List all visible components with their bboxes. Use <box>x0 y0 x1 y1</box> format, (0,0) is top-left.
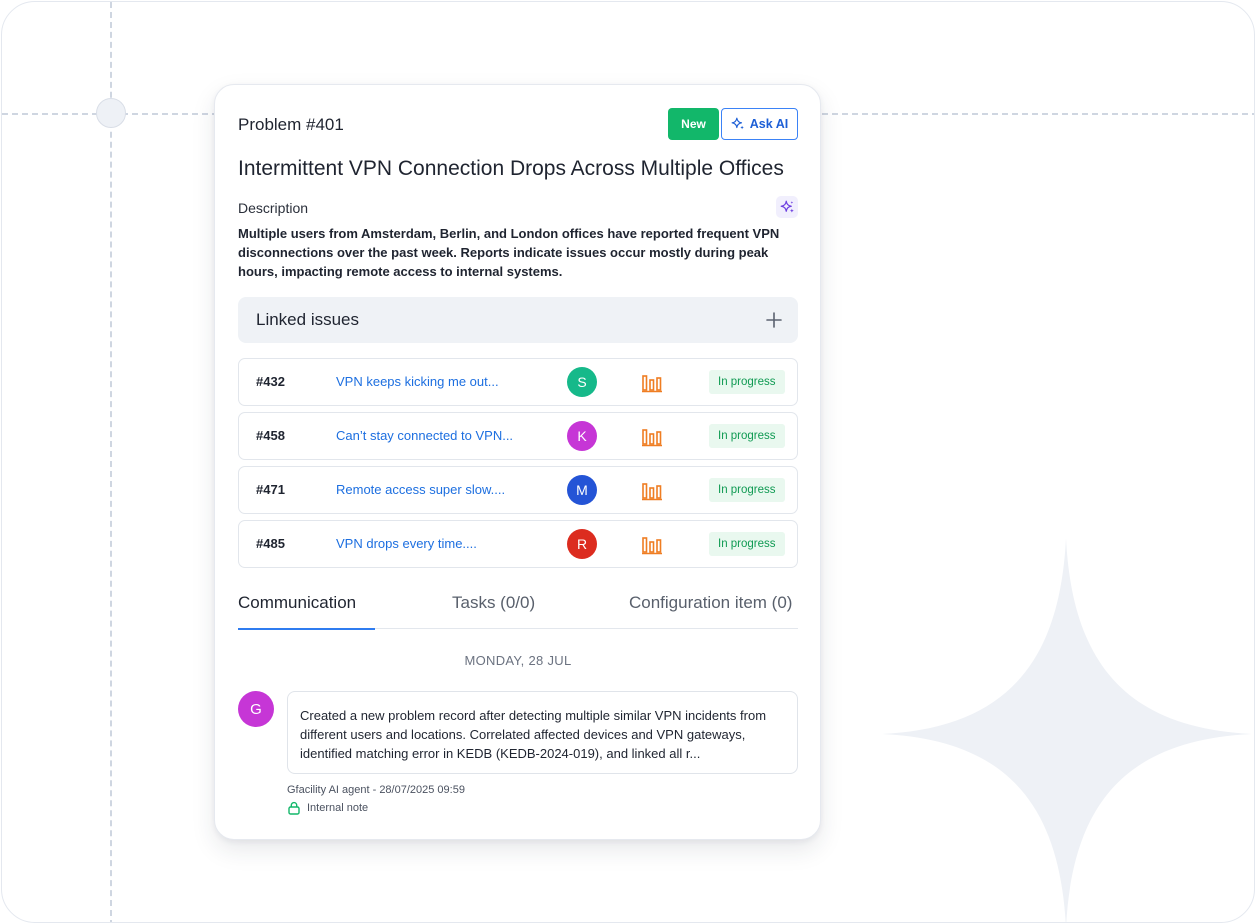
internal-note-label: Internal note <box>307 802 369 814</box>
description-text: Multiple users from Amsterdam, Berlin, a… <box>238 226 780 279</box>
priority-bars-icon <box>642 537 662 555</box>
avatar: R <box>567 529 597 559</box>
priority-bars-icon <box>642 429 662 447</box>
linked-issue-row[interactable]: #485 VPN drops every time.... R In progr… <box>238 520 798 568</box>
tab-bar: Communication Tasks (0/0) Configuration … <box>238 585 798 630</box>
problem-card: Problem #401 New Ask AI Intermittent VPN… <box>214 84 821 840</box>
message-bubble: Created a new problem record after detec… <box>287 691 798 774</box>
problem-id: Problem #401 <box>238 115 344 134</box>
issue-id: #432 <box>256 374 285 389</box>
ai-sparkle-icon <box>780 200 794 212</box>
status-badge: In progress <box>709 424 785 448</box>
date-separator: MONDAY, 28 JUL <box>464 653 572 668</box>
avatar: M <box>567 475 597 505</box>
status-badge: In progress <box>709 532 785 556</box>
internal-note-indicator: Internal note <box>287 801 368 815</box>
ai-rewrite-button[interactable] <box>776 196 798 218</box>
linked-issue-row[interactable]: #432 VPN keeps kicking me out... S In pr… <box>238 358 798 406</box>
issue-id: #458 <box>256 428 285 443</box>
status-badge: In progress <box>709 370 785 394</box>
status-badge: In progress <box>709 478 785 502</box>
linked-issue-row[interactable]: #458 Can’t stay connected to VPN... K In… <box>238 412 798 460</box>
plus-icon[interactable] <box>764 310 784 330</box>
ask-ai-label: Ask AI <box>749 117 789 131</box>
issue-id: #471 <box>256 482 285 497</box>
description-label: Description <box>238 200 309 216</box>
avatar: G <box>238 691 274 727</box>
issue-summary-link[interactable]: VPN drops every time.... <box>336 536 477 551</box>
tab-communication[interactable]: Communication <box>238 593 356 613</box>
issue-summary-link[interactable]: Remote access super slow.... <box>336 482 505 497</box>
lock-icon <box>288 801 300 815</box>
message-meta: Gfacility AI agent - 28/07/2025 09:59 <box>287 784 465 796</box>
priority-bars-icon <box>642 483 662 501</box>
avatar: S <box>567 367 597 397</box>
problem-title: Intermittent VPN Connection Drops Across… <box>238 157 784 180</box>
priority-bars-icon <box>642 375 662 393</box>
linked-issues-title: Linked issues <box>256 310 360 329</box>
linked-issues-header: Linked issues <box>238 297 798 343</box>
guide-anchor-dot <box>96 98 126 128</box>
tab-tasks[interactable]: Tasks (0/0) <box>452 593 535 613</box>
active-tab-indicator <box>238 627 375 630</box>
guide-line-vertical <box>110 2 112 922</box>
linked-issue-row[interactable]: #471 Remote access super slow.... M In p… <box>238 466 798 514</box>
issue-summary-link[interactable]: Can’t stay connected to VPN... <box>336 428 513 443</box>
ask-ai-button[interactable]: Ask AI <box>721 108 798 140</box>
issue-id: #485 <box>256 536 285 551</box>
status-new-button[interactable]: New <box>668 108 719 140</box>
issue-summary-link[interactable]: VPN keeps kicking me out... <box>336 374 499 389</box>
avatar: K <box>567 421 597 451</box>
sparkle-icon <box>731 117 744 130</box>
sparkle-decoration-icon <box>882 538 1252 922</box>
tab-configuration-item[interactable]: Configuration item (0) <box>629 593 792 613</box>
